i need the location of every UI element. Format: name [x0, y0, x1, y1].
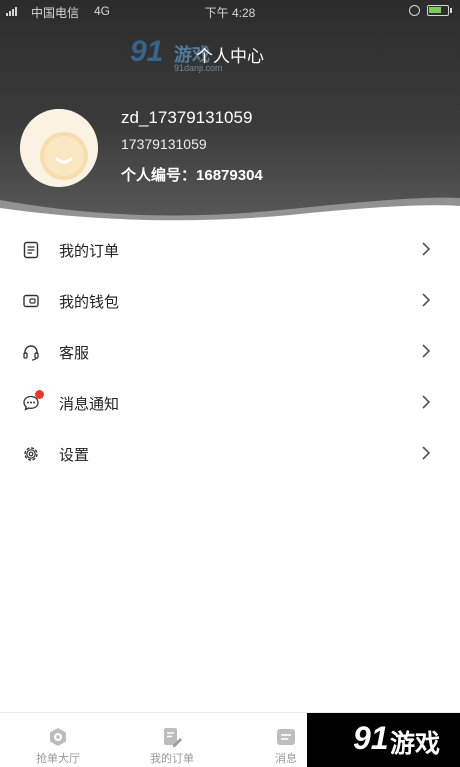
- watermark-badge-number: 91: [353, 720, 389, 756]
- gear-icon: [24, 447, 38, 461]
- profile-header: 中国电信 4G 下午 4:28 91 游戏 91danji.com 个人中心 z…: [0, 0, 460, 226]
- header-wave: [0, 197, 460, 226]
- wallet-icon: [23, 294, 39, 308]
- status-bar: 中国电信 4G 下午 4:28: [0, 0, 460, 22]
- notification-badge: [35, 390, 44, 399]
- message-icon: [277, 729, 295, 745]
- order-edit-icon: [164, 728, 182, 747]
- menu-item-label: 客服: [59, 345, 90, 362]
- tab-label: 抢单大厅: [36, 753, 80, 765]
- menu-item-label: 消息通知: [59, 396, 120, 413]
- menu-item-customer-service[interactable]: 客服: [0, 326, 460, 377]
- tab-label: 我的订单: [150, 753, 194, 765]
- member-id-row: 个人编号：16879304: [121, 164, 263, 185]
- chevron-right-icon: [422, 293, 431, 307]
- menu-item-notifications[interactable]: 消息通知: [0, 377, 460, 428]
- chevron-right-icon: [422, 242, 431, 256]
- member-id-label: 个人编号：: [121, 167, 197, 184]
- page-title: 个人中心: [196, 47, 264, 66]
- battery-icon: [427, 5, 452, 16]
- user-phone: 17379131059: [121, 136, 207, 152]
- app-screen: 中国电信 4G 下午 4:28 91 游戏 91danji.com 个人中心 z…: [0, 0, 460, 767]
- watermark-badge-name: 游戏: [390, 730, 441, 758]
- watermark-badge: 91 游戏: [307, 713, 460, 767]
- member-id-value: 16879304: [196, 167, 263, 184]
- avatar-face-icon: [20, 109, 98, 187]
- tab-my-orders[interactable]: 我的订单: [132, 713, 212, 767]
- chevron-right-icon: [422, 344, 431, 358]
- chevron-right-icon: [422, 446, 431, 460]
- avatar[interactable]: [20, 109, 98, 187]
- chevron-right-icon: [422, 395, 431, 409]
- menu-item-label: 我的钱包: [59, 294, 120, 311]
- tab-order-hall[interactable]: 抢单大厅: [18, 713, 98, 767]
- headset-icon: [23, 345, 39, 361]
- status-time: 下午 4:28: [204, 6, 256, 20]
- hall-icon: [50, 728, 66, 746]
- menu-item-label: 设置: [59, 447, 90, 464]
- alarm-icon: [409, 5, 420, 16]
- menu-item-my-wallet[interactable]: 我的钱包: [0, 275, 460, 326]
- menu-item-settings[interactable]: 设置: [0, 428, 460, 479]
- username: zd_17379131059: [121, 108, 253, 127]
- menu-item-my-orders[interactable]: 我的订单: [0, 224, 460, 275]
- menu-item-label: 我的订单: [59, 243, 120, 260]
- order-list-icon: [23, 241, 39, 259]
